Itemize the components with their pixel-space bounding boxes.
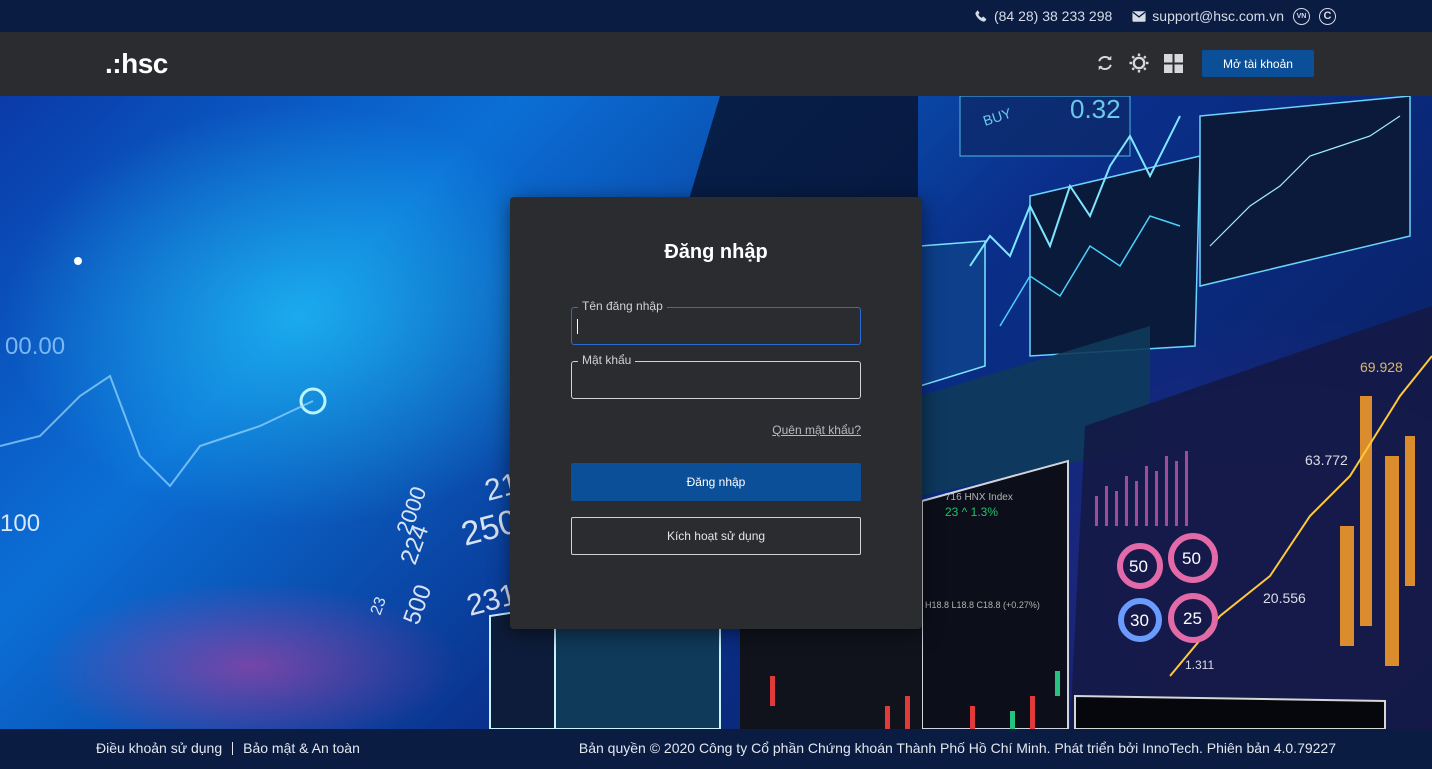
hero-number: 63.772	[1305, 452, 1348, 468]
login-title: Đăng nhập	[664, 241, 768, 263]
sun-icon[interactable]	[1129, 53, 1149, 73]
footer-links: Điều khoản sử dụng Bảo mật & An toàn	[96, 740, 360, 756]
gauge-value: 30	[1130, 611, 1149, 630]
hero-number: 1.311	[1185, 658, 1214, 672]
footer: Điều khoản sử dụng Bảo mật & An toàn Bản…	[0, 729, 1432, 769]
hero-number: 69.928	[1360, 359, 1403, 375]
language-toggle[interactable]: VN	[1293, 7, 1310, 25]
hero-label: 716 HNX Index	[945, 492, 1013, 503]
terms-link[interactable]: Điều khoản sử dụng	[96, 740, 222, 756]
refresh-icon[interactable]	[1095, 53, 1115, 73]
activate-button[interactable]: Kích hoạt sử dụng	[571, 517, 861, 555]
username-input[interactable]	[572, 308, 860, 344]
login-card: Đăng nhập Tên đăng nhập Mật khẩu Quên mậ…	[510, 197, 922, 629]
hero-number: 00.00	[5, 333, 65, 360]
phone-contact[interactable]: (84 28) 38 233 298	[974, 8, 1112, 24]
password-label: Mật khẩu	[578, 353, 636, 367]
email-contact[interactable]: support@hsc.com.vn	[1132, 8, 1284, 24]
envelope-icon	[1132, 10, 1146, 22]
hero-label: H18.8 L18.8 C18.8 (+0.27%)	[925, 600, 1040, 610]
hero-number: 20.556	[1263, 590, 1306, 606]
hero-number: 100	[0, 510, 40, 537]
grid-icon[interactable]	[1163, 53, 1183, 73]
username-label: Tên đăng nhập	[578, 299, 667, 313]
open-account-button[interactable]: Mở tài khoản	[1202, 50, 1314, 77]
password-input[interactable]	[572, 362, 860, 398]
password-field[interactable]: Mật khẩu	[571, 353, 861, 399]
header-toolbar	[1095, 53, 1197, 73]
gauge-value: 50	[1129, 557, 1148, 576]
gauge-value: 50	[1182, 549, 1201, 568]
top-info-bar: (84 28) 38 233 298 support@hsc.com.vn VN…	[0, 0, 1432, 32]
hero-number: 0.32	[1070, 96, 1121, 124]
phone-icon	[975, 10, 987, 22]
copyright-icon[interactable]: C	[1319, 7, 1336, 25]
phone-number: (84 28) 38 233 298	[993, 8, 1113, 24]
text-caret	[577, 319, 578, 334]
hero-number: 500	[398, 581, 437, 628]
footer-divider	[232, 741, 234, 755]
hero-number: 23 ^ 1.3%	[945, 505, 998, 519]
copyright-text: Bản quyền © 2020 Công ty Cổ phần Chứng k…	[578, 740, 1336, 756]
gauge-value: 25	[1183, 609, 1202, 628]
hsc-logo[interactable]: .:hsc	[105, 48, 168, 80]
hero-number: 23	[368, 595, 390, 618]
login-button[interactable]: Đăng nhập	[571, 463, 861, 501]
email-address: support@hsc.com.vn	[1152, 8, 1284, 24]
username-field[interactable]: Tên đăng nhập	[571, 299, 861, 345]
forgot-password-link[interactable]: Quên mật khẩu?	[772, 423, 861, 437]
main-header: .:hsc Mở tài khoản	[0, 32, 1432, 96]
security-link[interactable]: Bảo mật & An toàn	[243, 740, 360, 756]
